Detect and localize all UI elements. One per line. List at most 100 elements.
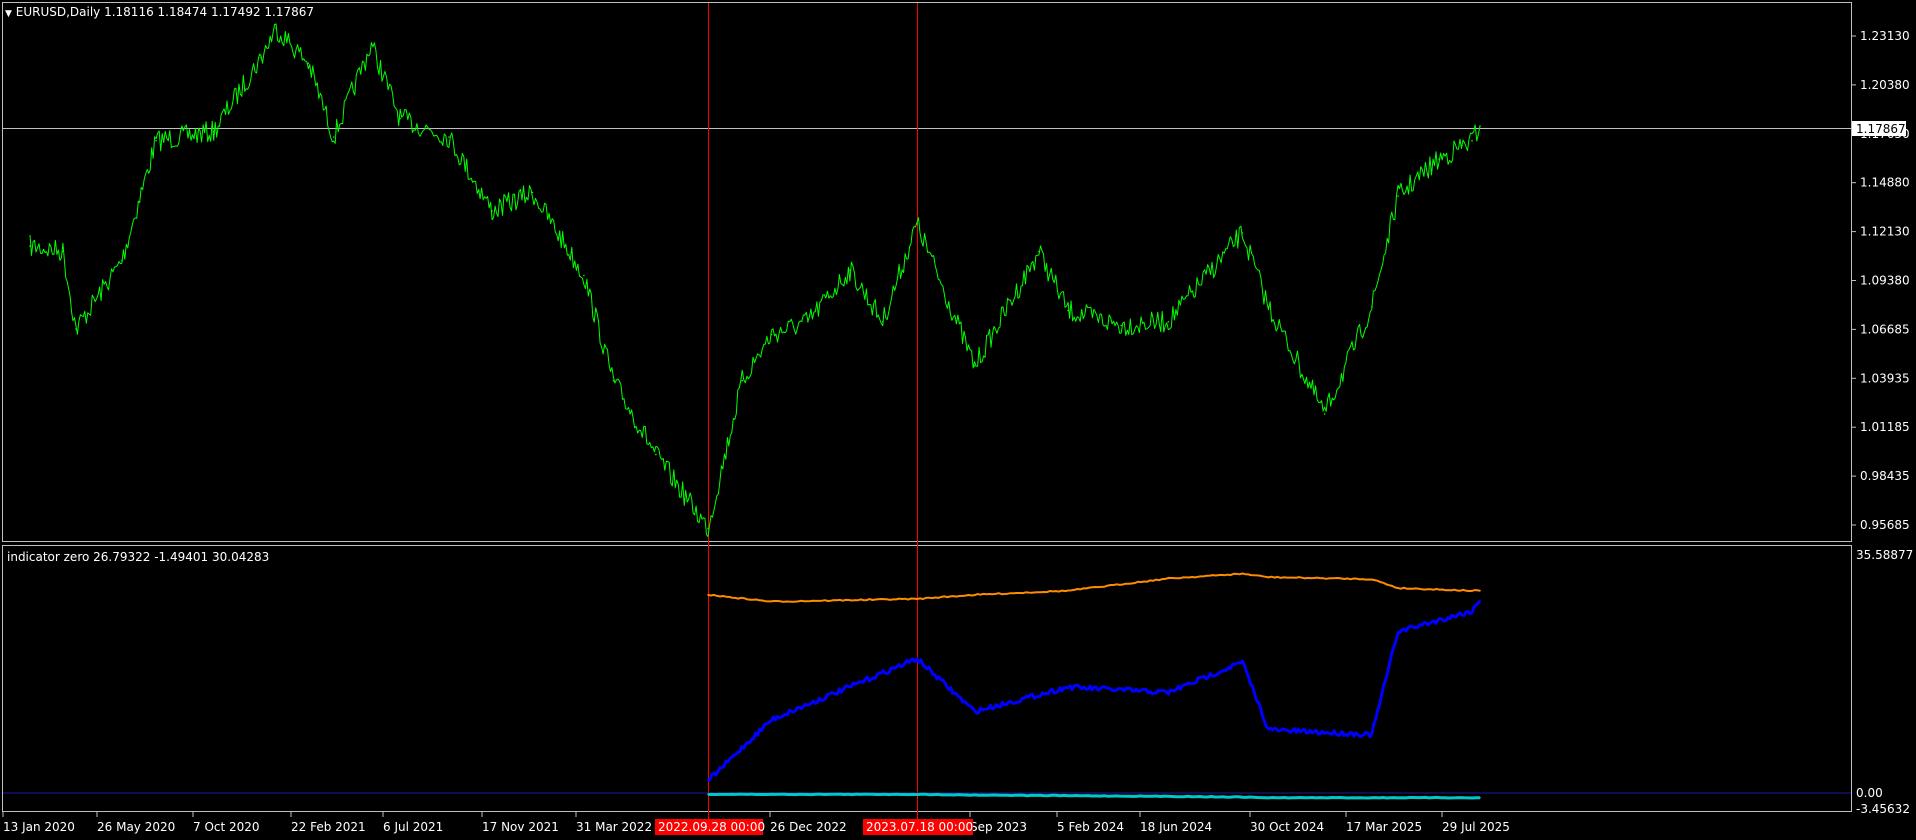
price-tick-label: 1.14880: [1860, 176, 1910, 190]
indicator-upper-point: [770, 600, 773, 603]
indicator-upper-point: [1397, 587, 1399, 589]
indicator-upper-point: [916, 598, 918, 600]
symbol-ohlc-label: EURUSD,Daily 1.18116 1.18474 1.17492 1.1…: [15, 5, 315, 19]
price-point: [1167, 320, 1170, 323]
symbol-header: ▼ EURUSD,Daily 1.18116 1.18474 1.17492 1…: [5, 5, 314, 19]
price-point: [655, 453, 657, 456]
price-point: [1038, 250, 1040, 253]
price-tick-label: 0.98435: [1860, 469, 1910, 483]
collapse-triangle-icon[interactable]: ▼: [5, 9, 12, 19]
indicator-main-point: [973, 710, 976, 713]
chart-background: [0, 0, 1916, 840]
price-tick-label: 1.06685: [1860, 322, 1910, 336]
price-point: [583, 274, 585, 277]
indicator-upper-point: [1479, 589, 1481, 592]
indicator-upper-point: [1241, 573, 1244, 575]
indicator-main-point: [1267, 729, 1270, 731]
price-tick-label: 1.03935: [1860, 371, 1910, 385]
indicator-top-value: 35.58877: [1856, 548, 1913, 562]
indicator-main-point: [916, 657, 918, 660]
price-point: [62, 250, 64, 253]
indicator-upper-point: [1267, 576, 1270, 578]
price-tick-label: 1.20380: [1860, 78, 1910, 92]
indicator-upper-point: [1371, 578, 1373, 580]
indicator-main-point: [1397, 630, 1399, 633]
price-point: [1371, 306, 1373, 308]
indicator-main-point: [707, 780, 709, 782]
price-point: [29, 245, 31, 247]
price-point: [1067, 309, 1069, 312]
price-tick-label: 1.01185: [1860, 420, 1910, 434]
price-point: [212, 130, 215, 133]
price-point: [1323, 413, 1326, 415]
indicator-upper-point: [1471, 589, 1473, 592]
price-tick-label: 1.09380: [1860, 274, 1910, 288]
indicator-upper-point: [1167, 577, 1170, 580]
price-point: [741, 379, 743, 382]
indicator-lower-point: [916, 793, 918, 796]
price-point: [155, 139, 157, 142]
price-point: [1267, 306, 1270, 308]
time-tick-label: 5 Feb 2024: [1057, 820, 1124, 834]
indicator-lower-point: [1471, 796, 1473, 799]
indicator-lower-point: [707, 793, 709, 796]
price-point: [531, 191, 534, 194]
price-point: [491, 210, 493, 212]
time-tick-label: Sep 2023: [970, 820, 1027, 834]
price-point: [121, 259, 123, 262]
indicator-lower-point: [1397, 796, 1399, 799]
price-point: [370, 43, 373, 46]
price-point: [1120, 324, 1122, 327]
price-point: [1471, 139, 1473, 142]
time-tick-label: 22 Feb 2021: [291, 820, 366, 834]
price-point: [260, 56, 262, 59]
time-tick-label: 17 Mar 2025: [1346, 820, 1422, 834]
indicator-bottom-value: -3.45632: [1856, 802, 1910, 816]
indicator-lower-point: [770, 793, 773, 796]
price-tick-label: 1.12130: [1860, 225, 1910, 239]
indicator-upper-point: [707, 594, 709, 596]
time-tick-label: 31 Mar 2022: [576, 820, 652, 834]
indicator-main-point: [1241, 661, 1244, 663]
time-tick-label: 7 Oct 2020: [193, 820, 260, 834]
indicator-lower-point: [1067, 794, 1069, 797]
vertical-marker-date-label: 2023.07.18 00:00: [866, 820, 973, 834]
indicator-upper-point: [973, 594, 976, 596]
indicator-lower-point: [1267, 796, 1270, 799]
price-point: [916, 223, 918, 225]
indicator-lower-point: [1167, 795, 1170, 798]
vertical-marker-date-label: 2022.09.28 00:00: [658, 820, 765, 834]
indicator-main-point: [1067, 686, 1069, 688]
price-point: [612, 379, 615, 382]
price-point: [1479, 125, 1481, 127]
price-point: [770, 333, 773, 336]
price-point: [75, 328, 77, 330]
price-point: [1241, 232, 1244, 234]
time-tick-label: 29 Jul 2025: [1442, 820, 1510, 834]
indicator-main-point: [770, 718, 773, 721]
price-point: [807, 320, 809, 323]
price-point: [307, 62, 310, 64]
indicator-upper-point: [1067, 589, 1069, 592]
time-tick-label: 26 Dec 2022: [770, 820, 847, 834]
indicator-lower-point: [973, 794, 976, 796]
price-tick-label: 1.23130: [1860, 29, 1910, 43]
price-point: [275, 27, 277, 29]
price-point: [332, 136, 335, 138]
price-point: [973, 365, 976, 367]
price-point: [1397, 195, 1399, 197]
time-tick-label: 6 Jul 2021: [383, 820, 443, 834]
price-point: [448, 136, 450, 138]
time-tick-label: 30 Oct 2024: [1250, 820, 1324, 834]
time-tick-label: 26 May 2020: [97, 820, 175, 834]
indicator-main-point: [1479, 600, 1481, 602]
chart-window[interactable]: 1.231301.203801.176301.148801.121301.093…: [0, 0, 1916, 840]
indicator-main-point: [1371, 733, 1373, 736]
indicator-main-point: [1471, 610, 1473, 612]
price-point: [882, 320, 884, 323]
indicator-zero-value: 0.00: [1856, 786, 1883, 800]
indicator-lower-point: [1241, 796, 1244, 798]
price-tick-label: 0.95685: [1860, 518, 1910, 532]
time-tick-label: 13 Jan 2020: [3, 820, 75, 834]
indicator-lower-point: [1479, 796, 1481, 799]
